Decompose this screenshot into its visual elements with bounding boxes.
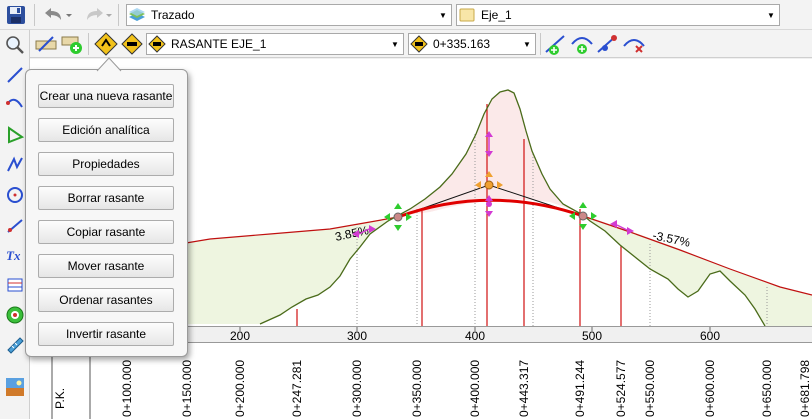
ruler-tick-label: 200 xyxy=(230,329,250,343)
grade-sign-icon xyxy=(147,34,167,54)
chevron-down-icon[interactable]: ▼ xyxy=(763,5,779,25)
station-label: 0+150.000 xyxy=(180,360,194,417)
chevron-down-icon[interactable]: ▼ xyxy=(387,34,403,54)
station-select[interactable]: 0+335.163 ▼ xyxy=(408,33,536,55)
folder-icon xyxy=(457,5,477,25)
svg-text:Tx: Tx xyxy=(6,248,21,263)
toolbar-separator xyxy=(540,33,541,55)
station-gridlines xyxy=(356,134,768,326)
grade-context-menu: Crear una nueva rasante Edición analític… xyxy=(25,69,188,357)
draw-circle-icon[interactable] xyxy=(3,183,27,207)
delete-curve-icon[interactable] xyxy=(622,32,646,56)
station-label: 0+550.000 xyxy=(643,360,657,417)
save-icon[interactable] xyxy=(4,3,28,27)
axis-select-value: Eje_1 xyxy=(481,8,512,22)
ruler-tick-label: 500 xyxy=(582,329,602,343)
popup-pointer xyxy=(96,57,122,72)
new-grade-button[interactable]: Crear una nueva rasante xyxy=(38,84,174,108)
draw-triangle-icon[interactable] xyxy=(3,123,27,147)
layer-select[interactable]: Trazado ▼ xyxy=(126,4,452,26)
target-icon[interactable] xyxy=(3,303,27,327)
measure-icon[interactable] xyxy=(3,333,27,357)
station-label-group: 0+100.000 0+150.000 0+200.000 0+247.281 0+30… xyxy=(120,360,812,417)
zoom-icon[interactable] xyxy=(3,33,27,57)
grade-sign-active-icon[interactable] xyxy=(94,32,118,56)
station-label: 0+300.000 xyxy=(350,360,364,417)
station-label: 0+100.000 xyxy=(120,360,134,417)
fill-area-right xyxy=(583,215,812,326)
toolbar-separator xyxy=(34,4,35,26)
undo-icon[interactable] xyxy=(40,3,74,27)
grade-select-value: RASANTE EJE_1 xyxy=(171,37,267,51)
station-label: 0+443.317 xyxy=(517,360,531,417)
draw-line-icon[interactable] xyxy=(3,63,27,87)
sort-grades-button[interactable]: Ordenar rasantes xyxy=(38,288,174,312)
dimension-icon[interactable] xyxy=(3,213,27,237)
add-grade-icon[interactable] xyxy=(60,32,84,56)
station-label: 0+400.000 xyxy=(468,360,482,417)
station-label: 0+247.281 xyxy=(290,360,304,417)
toolbar-separator xyxy=(118,4,119,26)
station-label: 0+350.000 xyxy=(410,360,424,417)
layer-select-value: Trazado xyxy=(151,8,195,22)
draw-polyline-icon[interactable] xyxy=(3,153,27,177)
image-icon[interactable] xyxy=(3,375,27,399)
chevron-down-icon[interactable]: ▼ xyxy=(435,5,451,25)
add-vertex-icon[interactable] xyxy=(544,32,568,56)
station-label: 0+600.000 xyxy=(703,360,717,417)
delete-grade-button[interactable]: Borrar rasante xyxy=(38,186,174,210)
table-icon[interactable] xyxy=(3,273,27,297)
station-label: 0+650.000 xyxy=(760,360,774,417)
properties-button[interactable]: Propiedades xyxy=(38,152,174,176)
chevron-down-icon[interactable]: ▼ xyxy=(519,34,535,54)
invert-grade-button[interactable]: Invertir rasante xyxy=(38,322,174,346)
grade-sign-icon xyxy=(409,34,429,54)
station-label: 0+524.577 xyxy=(614,360,628,417)
grade-sign-icon[interactable] xyxy=(120,32,144,56)
edit-vertex-icon[interactable] xyxy=(596,32,620,56)
ruler-tick-label: 600 xyxy=(700,329,720,343)
station-label: 0+491.244 xyxy=(573,360,587,417)
ruler-tick-label: 300 xyxy=(347,329,367,343)
station-select-value: 0+335.163 xyxy=(433,37,491,51)
edit-pencil-icon[interactable] xyxy=(34,32,58,56)
application-window: Trazado ▼ Eje_1 ▼ Tx RASANTE EJE_1 ▼ 0+3… xyxy=(0,0,812,419)
grade-select[interactable]: RASANTE EJE_1 ▼ xyxy=(146,33,404,55)
draw-arc-icon[interactable] xyxy=(3,93,27,117)
move-grade-button[interactable]: Mover rasante xyxy=(38,254,174,278)
redo-icon[interactable] xyxy=(80,3,114,27)
station-label: 0+200.000 xyxy=(233,360,247,417)
station-label: 0+681.798 xyxy=(798,360,812,417)
profile-toolbar: RASANTE EJE_1 ▼ 0+335.163 ▼ xyxy=(30,30,812,58)
layer-icon xyxy=(127,5,147,25)
copy-grade-button[interactable]: Copiar rasante xyxy=(38,220,174,244)
ruler-tick-label: 400 xyxy=(465,329,485,343)
pk-header: P.K. xyxy=(53,388,67,409)
text-icon[interactable]: Tx xyxy=(3,243,27,267)
analytic-edit-button[interactable]: Edición analítica xyxy=(38,118,174,142)
main-toolbar: Trazado ▼ Eje_1 ▼ xyxy=(0,0,812,30)
toolbar-separator xyxy=(88,33,89,55)
axis-select[interactable]: Eje_1 ▼ xyxy=(456,4,780,26)
add-curve-icon[interactable] xyxy=(570,32,594,56)
